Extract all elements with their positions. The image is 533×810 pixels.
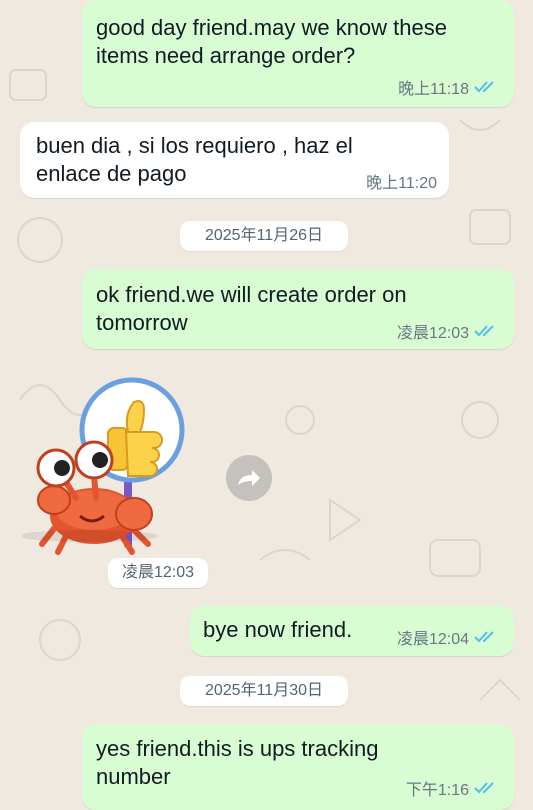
sticker-time: 凌晨12:03: [108, 558, 208, 588]
message-text: bye now friend.: [203, 617, 353, 642]
message-time: 凌晨12:03: [396, 325, 469, 342]
message-bubble-incoming[interactable]: buen dia , si los requiero , haz el enla…: [20, 122, 449, 198]
message-time: 晚上11:18: [398, 81, 469, 98]
message-bubble-outgoing[interactable]: ok friend.we will create order on tomorr…: [82, 269, 514, 349]
double-check-icon: [474, 325, 494, 337]
double-check-icon: [474, 81, 494, 93]
message-meta: 凌晨12:04: [397, 625, 498, 649]
forward-arrow-icon: [238, 470, 260, 486]
date-separator: 2025年11月26日: [180, 221, 348, 251]
message-bubble-outgoing[interactable]: bye now friend. 凌晨12:04: [190, 606, 514, 656]
message-bubble-outgoing[interactable]: good day friend.may we know these items …: [82, 0, 514, 107]
message-meta: 凌晨12:03: [397, 319, 498, 343]
message-meta: 下午1:16: [406, 776, 498, 800]
date-separator: 2025年11月30日: [180, 676, 348, 706]
crab-thumbs-up-sticker[interactable]: [22, 376, 192, 556]
message-meta: 晚上11:18: [398, 75, 498, 99]
double-check-icon: [474, 782, 494, 794]
message-time: 下午1:16: [405, 782, 469, 799]
message-meta: 晚上11:20: [366, 169, 437, 193]
double-check-icon: [474, 631, 494, 643]
message-time: 晚上11:20: [366, 175, 437, 192]
forward-button[interactable]: [226, 455, 272, 501]
message-text: good day friend.may we know these items …: [96, 15, 447, 68]
message-bubble-outgoing[interactable]: yes friend.this is ups tracking number 下…: [82, 724, 514, 810]
message-time: 凌晨12:04: [396, 631, 469, 648]
